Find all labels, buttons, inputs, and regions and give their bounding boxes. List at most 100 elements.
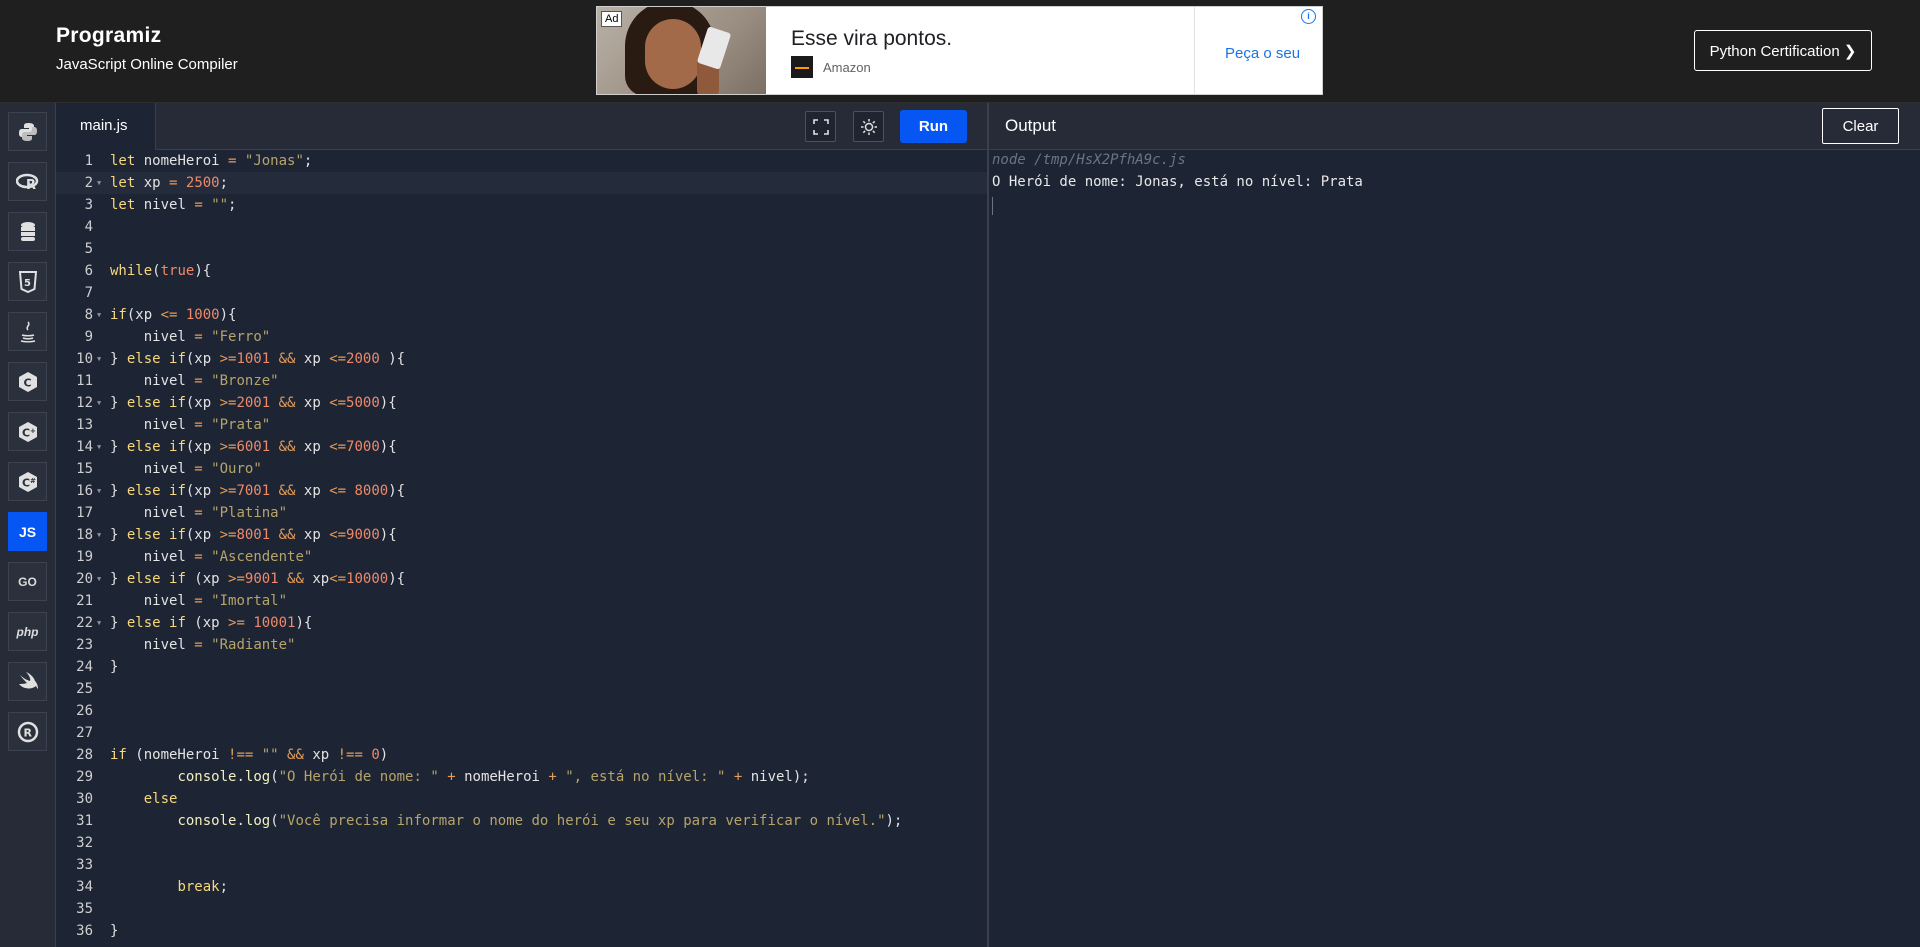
code-line[interactable]: 34 break; bbox=[56, 876, 987, 898]
code-text[interactable]: } else if (xp >= 10001){ bbox=[110, 612, 312, 634]
code-line[interactable]: 12▼} else if(xp >=2001 && xp <=5000){ bbox=[56, 392, 987, 414]
code-line[interactable]: 2▼let xp = 2500; bbox=[56, 172, 987, 194]
code-text[interactable]: } bbox=[110, 656, 118, 678]
info-icon[interactable]: i bbox=[1301, 9, 1316, 24]
brand[interactable]: Programiz JavaScript Online Compiler bbox=[56, 24, 238, 73]
python-certification-button[interactable]: Python Certification ❯ bbox=[1694, 30, 1872, 71]
code-editor[interactable]: 1let nomeHeroi = "Jonas";2▼let xp = 2500… bbox=[56, 150, 987, 947]
fold-arrow-icon[interactable]: ▼ bbox=[97, 392, 103, 414]
code-line[interactable]: 36} bbox=[56, 920, 987, 942]
go-icon[interactable]: GO bbox=[8, 562, 47, 601]
java-icon[interactable] bbox=[8, 312, 47, 351]
sun-icon[interactable] bbox=[853, 111, 884, 142]
code-text[interactable]: else bbox=[110, 788, 177, 810]
output-console[interactable]: node /tmp/HsX2PfhA9c.js O Herói de nome:… bbox=[989, 150, 1920, 947]
code-line[interactable]: 13 nivel = "Prata" bbox=[56, 414, 987, 436]
fullscreen-icon[interactable] bbox=[805, 111, 836, 142]
r-icon[interactable]: R bbox=[8, 162, 47, 201]
code-line[interactable]: 26 bbox=[56, 700, 987, 722]
code-line[interactable]: 30 else bbox=[56, 788, 987, 810]
code-text[interactable]: console.log("O Herói de nome: " + nomeHe… bbox=[110, 766, 810, 788]
code-line[interactable]: 28if (nomeHeroi !== "" && xp !== 0) bbox=[56, 744, 987, 766]
fold-arrow-icon[interactable]: ▼ bbox=[97, 348, 103, 370]
code-text[interactable]: } else if(xp >=1001 && xp <=2000 ){ bbox=[110, 348, 405, 370]
code-text[interactable]: if(xp <= 1000){ bbox=[110, 304, 236, 326]
code-line[interactable]: 4 bbox=[56, 216, 987, 238]
ad-source[interactable]: Amazon bbox=[791, 57, 871, 77]
code-line[interactable]: 27 bbox=[56, 722, 987, 744]
html5-icon[interactable]: 5 bbox=[8, 262, 47, 301]
fold-arrow-icon[interactable]: ▼ bbox=[97, 568, 103, 590]
code-text[interactable]: } else if (xp >=9001 && xp<=10000){ bbox=[110, 568, 405, 590]
code-text[interactable]: break; bbox=[110, 876, 228, 898]
code-text[interactable]: } else if(xp >=2001 && xp <=5000){ bbox=[110, 392, 397, 414]
code-line[interactable]: 15 nivel = "Ouro" bbox=[56, 458, 987, 480]
code-line[interactable]: 25 bbox=[56, 678, 987, 700]
c-icon[interactable]: C bbox=[8, 362, 47, 401]
code-line[interactable]: 9 nivel = "Ferro" bbox=[56, 326, 987, 348]
fold-arrow-icon[interactable]: ▼ bbox=[97, 480, 103, 502]
code-line[interactable]: 5 bbox=[56, 238, 987, 260]
code-line[interactable]: 18▼} else if(xp >=8001 && xp <=9000){ bbox=[56, 524, 987, 546]
code-text[interactable]: nivel = "Imortal" bbox=[110, 590, 287, 612]
run-button[interactable]: Run bbox=[900, 110, 967, 143]
code-text[interactable]: while(true){ bbox=[110, 260, 211, 282]
fold-arrow-icon[interactable]: ▼ bbox=[97, 612, 103, 634]
code-line[interactable]: 10▼} else if(xp >=1001 && xp <=2000 ){ bbox=[56, 348, 987, 370]
code-line[interactable]: 14▼} else if(xp >=6001 && xp <=7000){ bbox=[56, 436, 987, 458]
programiz-logo[interactable]: Programiz bbox=[56, 24, 238, 48]
cpp-icon[interactable]: C+ bbox=[8, 412, 47, 451]
code-text[interactable]: } bbox=[110, 920, 118, 942]
code-text[interactable]: let nomeHeroi = "Jonas"; bbox=[110, 150, 312, 172]
code-text[interactable]: nivel = "Platina" bbox=[110, 502, 287, 524]
ad-cta-link[interactable]: Peça o seu bbox=[1225, 45, 1300, 62]
code-line[interactable]: 19 nivel = "Ascendente" bbox=[56, 546, 987, 568]
code-line[interactable]: 22▼} else if (xp >= 10001){ bbox=[56, 612, 987, 634]
code-line[interactable]: 7 bbox=[56, 282, 987, 304]
rust-icon[interactable]: R bbox=[8, 712, 47, 751]
code-text[interactable]: nivel = "Ouro" bbox=[110, 458, 262, 480]
code-text[interactable]: nivel = "Prata" bbox=[110, 414, 270, 436]
code-text[interactable]: } else if(xp >=6001 && xp <=7000){ bbox=[110, 436, 397, 458]
code-text[interactable]: let nivel = ""; bbox=[110, 194, 236, 216]
database-icon[interactable] bbox=[8, 212, 47, 251]
clear-button[interactable]: Clear bbox=[1822, 108, 1899, 144]
code-line[interactable]: 29 console.log("O Herói de nome: " + nom… bbox=[56, 766, 987, 788]
code-text[interactable]: } else if(xp >=7001 && xp <= 8000){ bbox=[110, 480, 405, 502]
code-text[interactable]: nivel = "Ferro" bbox=[110, 326, 270, 348]
code-line[interactable]: 16▼} else if(xp >=7001 && xp <= 8000){ bbox=[56, 480, 987, 502]
code-line[interactable]: 11 nivel = "Bronze" bbox=[56, 370, 987, 392]
code-line[interactable]: 31 console.log("Você precisa informar o … bbox=[56, 810, 987, 832]
csharp-icon[interactable]: C# bbox=[8, 462, 47, 501]
code-line[interactable]: 6while(true){ bbox=[56, 260, 987, 282]
code-line[interactable]: 33 bbox=[56, 854, 987, 876]
code-line[interactable]: 20▼} else if (xp >=9001 && xp<=10000){ bbox=[56, 568, 987, 590]
swift-icon[interactable] bbox=[8, 662, 47, 701]
code-text[interactable]: nivel = "Bronze" bbox=[110, 370, 279, 392]
code-line[interactable]: 1let nomeHeroi = "Jonas"; bbox=[56, 150, 987, 172]
code-line[interactable]: 35 bbox=[56, 898, 987, 920]
code-text[interactable]: console.log("Você precisa informar o nom… bbox=[110, 810, 902, 832]
code-line[interactable]: 21 nivel = "Imortal" bbox=[56, 590, 987, 612]
python-icon[interactable] bbox=[8, 112, 47, 151]
code-line[interactable]: 17 nivel = "Platina" bbox=[56, 502, 987, 524]
code-text[interactable]: nivel = "Radiante" bbox=[110, 634, 295, 656]
code-line[interactable]: 8▼if(xp <= 1000){ bbox=[56, 304, 987, 326]
code-text[interactable]: nivel = "Ascendente" bbox=[110, 546, 312, 568]
code-text[interactable]: if (nomeHeroi !== "" && xp !== 0) bbox=[110, 744, 388, 766]
code-text[interactable]: } else if(xp >=8001 && xp <=9000){ bbox=[110, 524, 397, 546]
code-text[interactable]: let xp = 2500; bbox=[110, 172, 228, 194]
js-icon[interactable]: JS bbox=[8, 512, 47, 551]
fold-arrow-icon[interactable]: ▼ bbox=[97, 172, 103, 194]
file-tab-main-js[interactable]: main.js bbox=[56, 103, 156, 150]
fold-arrow-icon[interactable]: ▼ bbox=[97, 436, 103, 458]
code-line[interactable]: 32 bbox=[56, 832, 987, 854]
advertisement-banner[interactable]: Ad Esse vira pontos. Amazon Peça o seu i bbox=[596, 6, 1323, 95]
ad-headline[interactable]: Esse vira pontos. bbox=[791, 27, 952, 51]
php-icon[interactable]: php bbox=[8, 612, 47, 651]
code-line[interactable]: 23 nivel = "Radiante" bbox=[56, 634, 987, 656]
fold-arrow-icon[interactable]: ▼ bbox=[97, 524, 103, 546]
code-line[interactable]: 24} bbox=[56, 656, 987, 678]
fold-arrow-icon[interactable]: ▼ bbox=[97, 304, 103, 326]
code-line[interactable]: 3let nivel = ""; bbox=[56, 194, 987, 216]
